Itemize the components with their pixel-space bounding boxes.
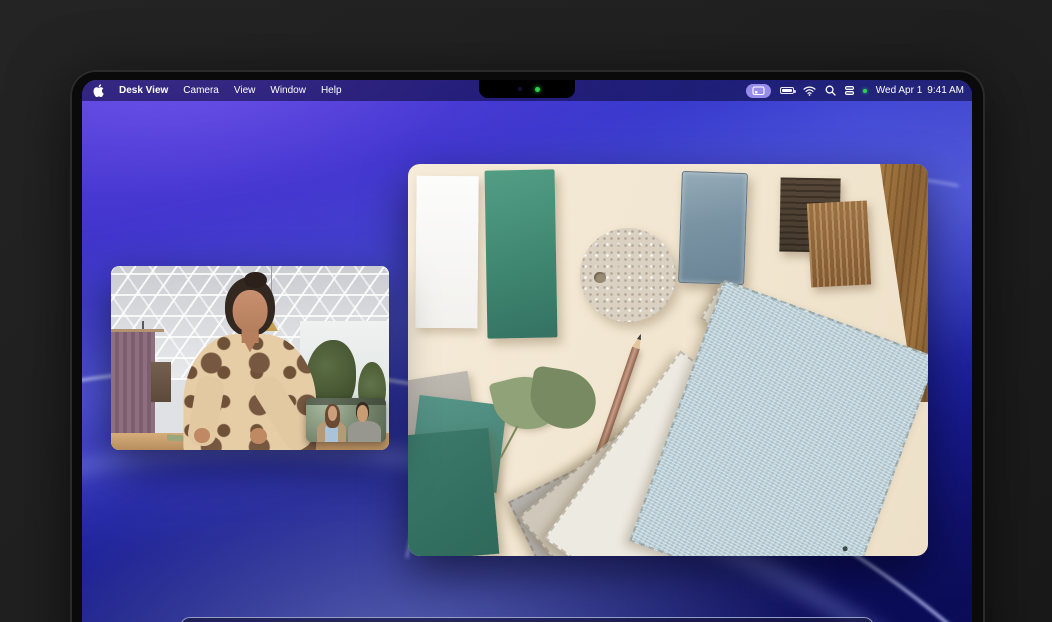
search-icon[interactable] — [825, 85, 836, 96]
presenter-hand-right — [250, 428, 267, 445]
menu-app-name[interactable]: Desk View — [119, 85, 168, 96]
macbook-display-bezel: Desk View Camera View Window Help — [70, 70, 985, 622]
pip-participant-man-shirt — [348, 421, 382, 442]
clock-date: Wed Apr 1 — [876, 85, 923, 96]
menu-bar-clock[interactable]: Wed Apr 1 9:41 AM — [876, 85, 964, 96]
clock-time: 9:41 AM — [927, 85, 964, 96]
menu-camera[interactable]: Camera — [183, 85, 219, 96]
clothes-rack-garments — [111, 332, 155, 439]
menu-bar-status: Wed Apr 1 9:41 AM — [746, 84, 964, 98]
camera-indicator-light — [535, 87, 540, 92]
battery-icon[interactable] — [780, 87, 794, 94]
desk-view-window[interactable] — [408, 164, 928, 556]
presenter-face — [233, 290, 268, 332]
menu-view[interactable]: View — [234, 85, 256, 96]
pip-participant-woman-face — [328, 406, 338, 421]
presenter-hand-left — [194, 428, 209, 443]
fabric-swatch-blue — [629, 280, 928, 556]
blue-gray-tile-sample — [678, 171, 748, 285]
camera-active-dot — [863, 89, 867, 93]
felt-disc-hole — [594, 272, 606, 283]
pip-background-beam — [306, 398, 386, 405]
mac-screen: Desk View Camera View Window Help — [82, 80, 972, 622]
background-window-top-edge[interactable] — [180, 617, 874, 622]
menu-window[interactable]: Window — [270, 85, 306, 96]
dark-teal-tile-stack — [408, 428, 499, 556]
fabric-snap-dot — [842, 546, 848, 552]
camera-notch — [479, 80, 575, 98]
wifi-icon[interactable] — [803, 86, 816, 96]
facetime-pip-thumbnail[interactable] — [306, 398, 386, 442]
clothes-rack-bar — [111, 329, 164, 332]
marketing-background: Desk View Camera View Window Help — [0, 0, 1052, 622]
menu-bar-left: Desk View Camera View Window Help — [93, 84, 342, 97]
green-tile-sample — [485, 169, 558, 338]
apple-logo-icon[interactable] — [93, 84, 104, 97]
facetime-window[interactable] — [111, 266, 389, 450]
oak-wood-sample — [807, 200, 871, 287]
menu-help[interactable]: Help — [321, 85, 342, 96]
cabinet — [151, 362, 170, 402]
pip-participant-man-face — [357, 405, 368, 422]
white-tile-sample — [415, 176, 478, 329]
camera-lens — [518, 87, 522, 91]
screen-sharing-indicator-icon[interactable] — [746, 84, 771, 98]
control-center-icon[interactable] — [845, 86, 854, 95]
presenter-hair-bun — [244, 272, 266, 289]
felt-disc — [580, 228, 676, 322]
